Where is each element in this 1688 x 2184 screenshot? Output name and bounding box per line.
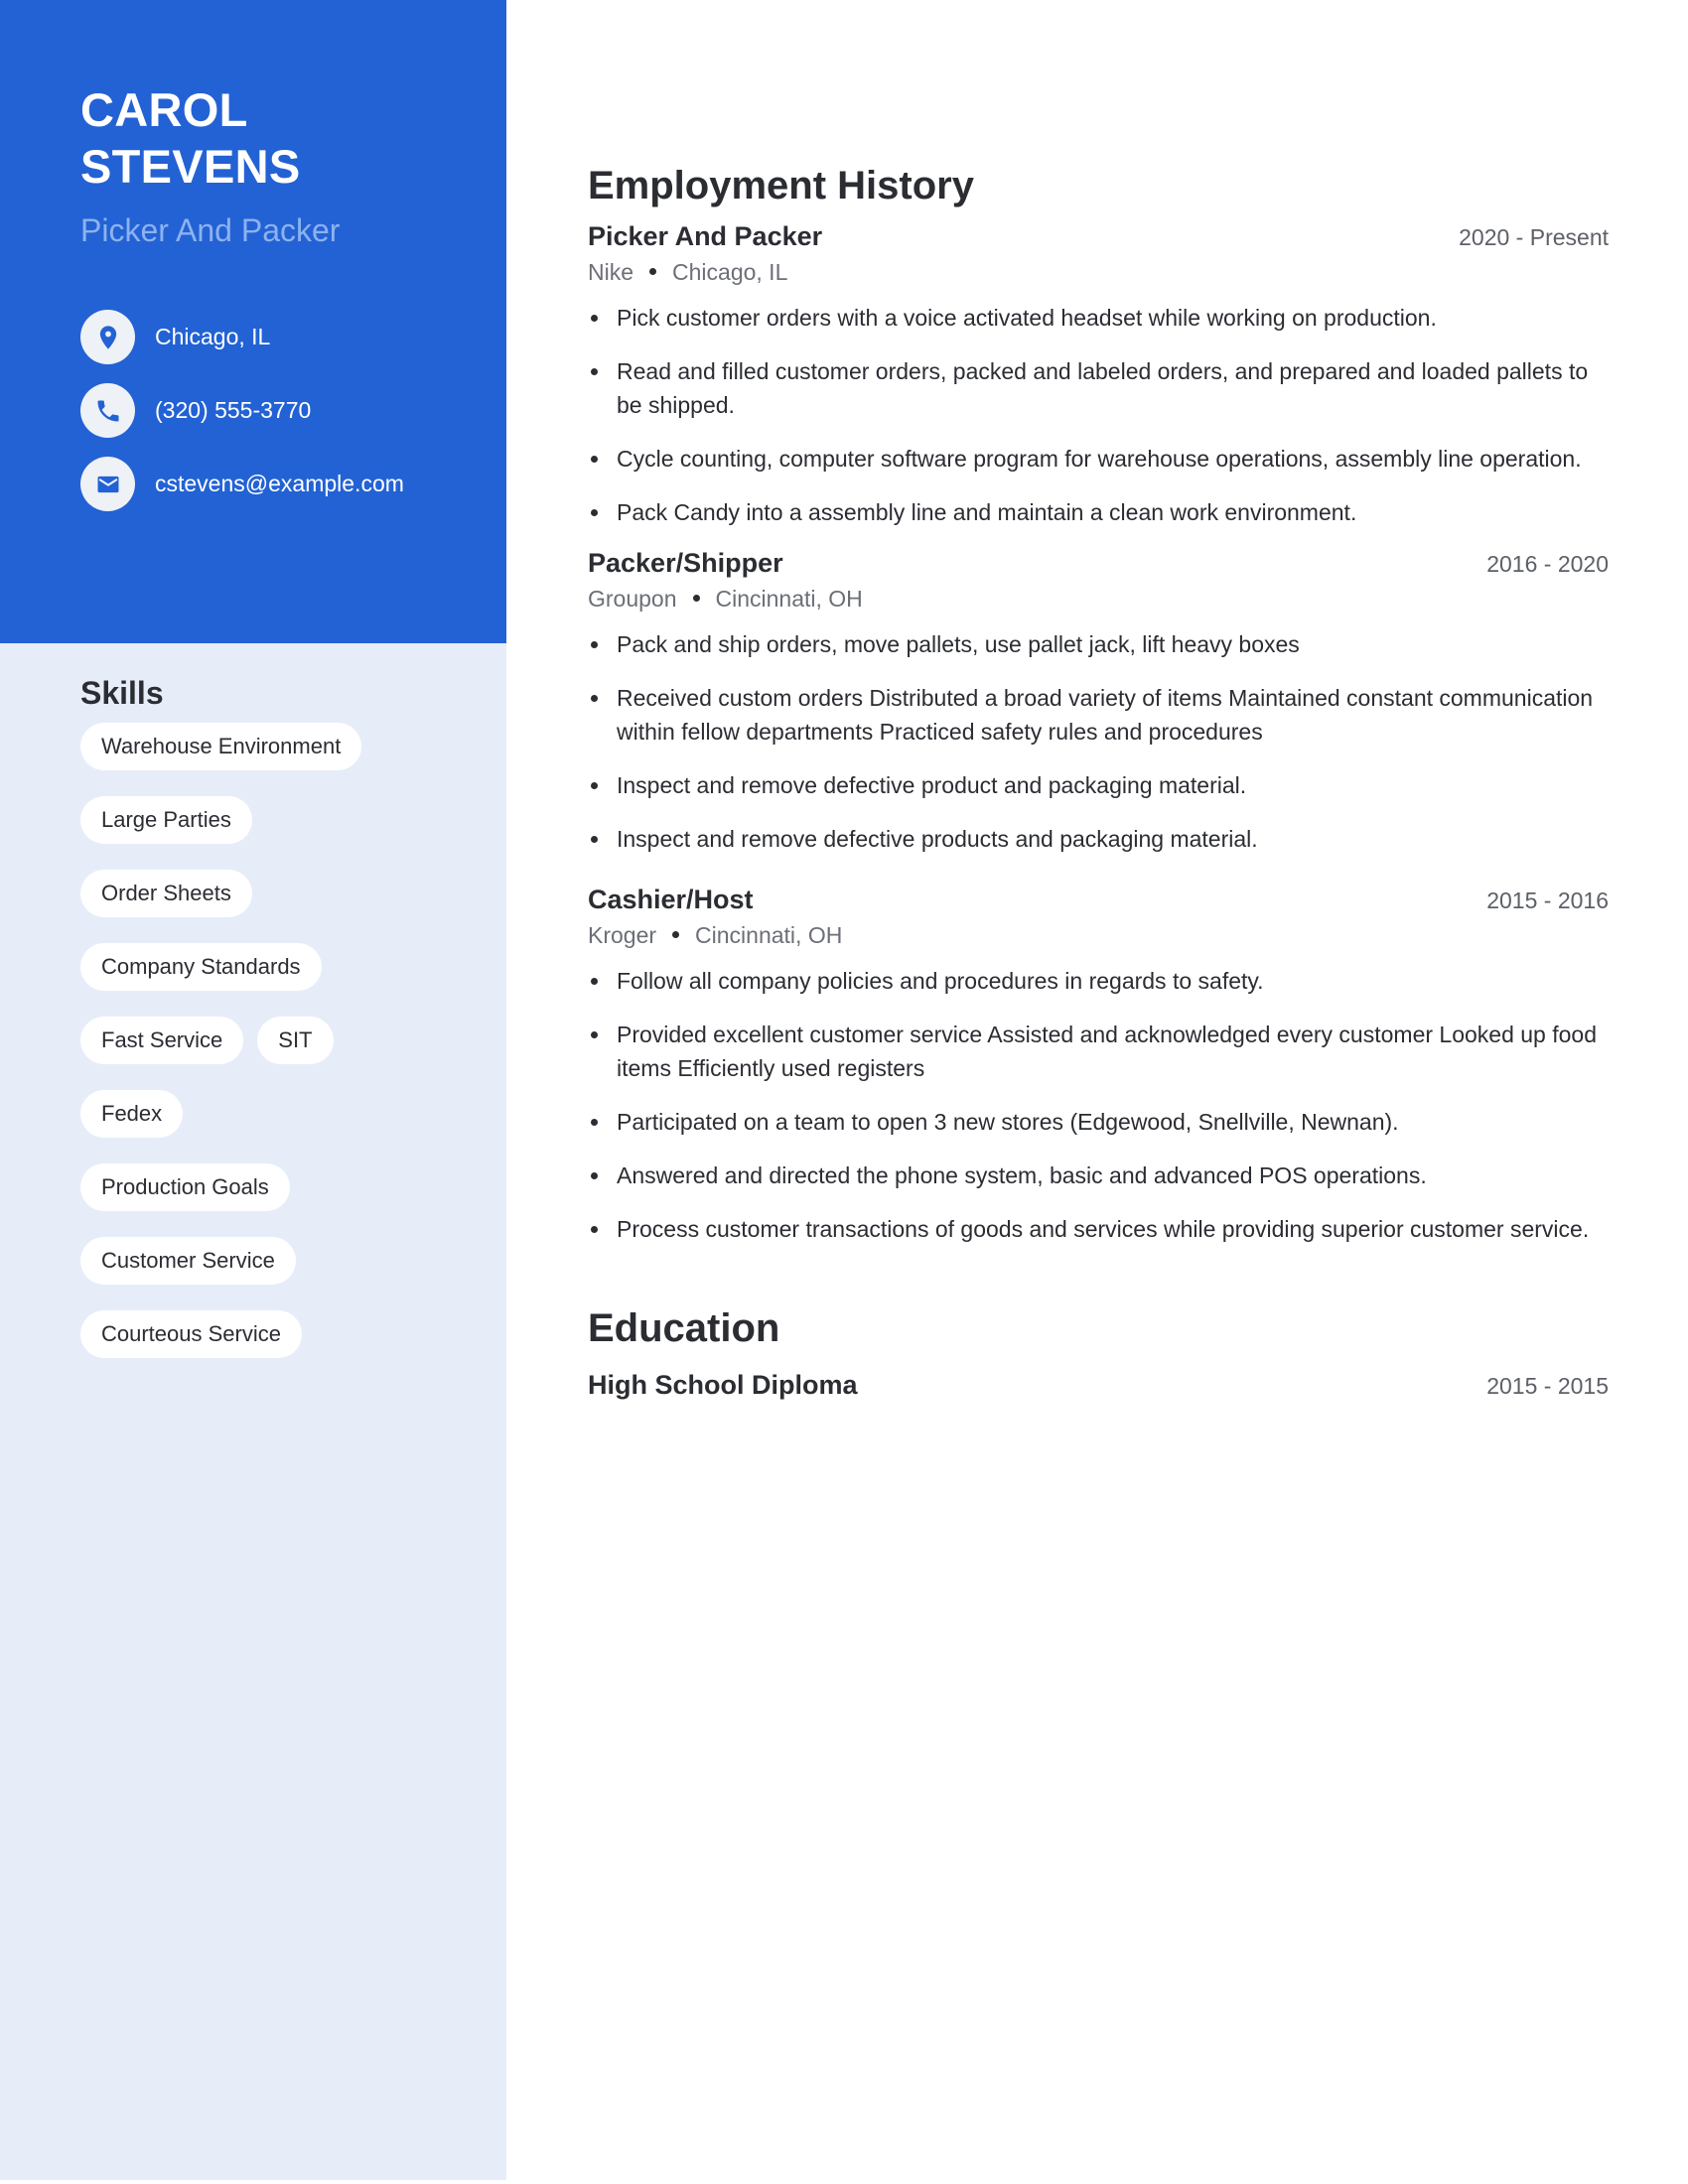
job-entry: Picker And Packer 2020 - Present Nike Chi… bbox=[588, 218, 1609, 529]
skill-tag: Courteous Service bbox=[80, 1310, 302, 1358]
job-dates: 2015 - 2016 bbox=[1486, 887, 1609, 913]
envelope-icon bbox=[80, 457, 135, 511]
phone-icon bbox=[80, 383, 135, 438]
skill-tag: Order Sheets bbox=[80, 870, 252, 917]
contact-location-text: Chicago, IL bbox=[155, 324, 271, 349]
skill-tag: Fast Service bbox=[80, 1017, 244, 1064]
job-bullet: Answered and directed the phone system, … bbox=[588, 1159, 1609, 1192]
job-company: Groupon bbox=[588, 586, 677, 612]
separator-dot bbox=[649, 268, 657, 276]
job-bullets: Pick customer orders with a voice activa… bbox=[588, 301, 1609, 529]
job-bullet: Provided excellent customer service Assi… bbox=[588, 1018, 1609, 1085]
job-meta: Nike Chicago, IL bbox=[588, 255, 1609, 289]
skills-section: Skills Warehouse Environment Large Parti… bbox=[0, 643, 506, 1358]
employment-title: Employment History bbox=[588, 164, 974, 207]
education-section: Education High School Diploma 2015 - 201… bbox=[588, 1303, 1609, 1404]
job-dates: 2016 - 2020 bbox=[1486, 551, 1609, 577]
job-header: Picker And Packer 2020 - Present bbox=[588, 218, 1609, 255]
job-location: Cincinnati, OH bbox=[715, 586, 863, 612]
job-bullet: Follow all company policies and procedur… bbox=[588, 964, 1609, 998]
job-meta: Groupon Cincinnati, OH bbox=[588, 582, 1609, 615]
job-header: Cashier/Host 2015 - 2016 bbox=[588, 882, 1609, 918]
education-entry: High School Diploma 2015 - 2015 bbox=[588, 1367, 1609, 1404]
education-title: Education bbox=[588, 1306, 780, 1350]
skill-tag: Company Standards bbox=[80, 943, 322, 991]
first-name: CAROL bbox=[80, 83, 248, 136]
education-dates: 2015 - 2015 bbox=[1486, 1373, 1609, 1399]
skill-tag: Production Goals bbox=[80, 1163, 290, 1211]
main-content: Employment History Picker And Packer 202… bbox=[588, 0, 1609, 1404]
job-header: Packer/Shipper 2016 - 2020 bbox=[588, 545, 1609, 582]
location-pin-icon bbox=[80, 310, 135, 364]
skills-title: Skills bbox=[80, 675, 164, 711]
contact-location: Chicago, IL bbox=[80, 310, 506, 364]
skill-tag: Warehouse Environment bbox=[80, 723, 362, 770]
job-bullet: Received custom orders Distributed a bro… bbox=[588, 681, 1609, 749]
skills-list: Warehouse Environment Large Parties Orde… bbox=[80, 723, 438, 1358]
skill-tag: Customer Service bbox=[80, 1237, 296, 1285]
profile-header: CAROL STEVENS Picker And Packer Chicago,… bbox=[0, 0, 506, 643]
job-bullet: Pack Candy into a assembly line and main… bbox=[588, 495, 1609, 529]
job-role: Packer/Shipper bbox=[588, 548, 783, 578]
job-bullet: Cycle counting, computer software progra… bbox=[588, 442, 1609, 476]
job-company: Nike bbox=[588, 259, 634, 285]
job-bullet: Inspect and remove defective products an… bbox=[588, 822, 1609, 856]
job-bullet: Read and filled customer orders, packed … bbox=[588, 354, 1609, 422]
sidebar: CAROL STEVENS Picker And Packer Chicago,… bbox=[0, 0, 506, 2180]
job-entry: Packer/Shipper 2016 - 2020 Groupon Cincin… bbox=[588, 545, 1609, 856]
job-meta: Kroger Cincinnati, OH bbox=[588, 918, 1609, 952]
job-bullets: Pack and ship orders, move pallets, use … bbox=[588, 627, 1609, 856]
separator-dot bbox=[692, 595, 700, 603]
job-dates: 2020 - Present bbox=[1459, 224, 1609, 250]
candidate-job-title: Picker And Packer bbox=[80, 212, 341, 248]
job-role: Picker And Packer bbox=[588, 221, 823, 251]
contact-email: cstevens@example.com bbox=[80, 457, 506, 511]
job-bullet: Participated on a team to open 3 new sto… bbox=[588, 1105, 1609, 1139]
last-name: STEVENS bbox=[80, 140, 301, 193]
job-role: Cashier/Host bbox=[588, 885, 754, 914]
skill-tag: Large Parties bbox=[80, 796, 252, 844]
job-bullet: Process customer transactions of goods a… bbox=[588, 1212, 1609, 1246]
resume-page: CAROL STEVENS Picker And Packer Chicago,… bbox=[0, 0, 1688, 2184]
candidate-name: CAROL STEVENS bbox=[80, 81, 506, 195]
job-entry: Cashier/Host 2015 - 2016 Kroger Cincinnat… bbox=[588, 882, 1609, 1246]
contact-list: Chicago, IL (320) 555-3770 cstevens@exam… bbox=[80, 310, 506, 511]
job-bullet: Pick customer orders with a voice activa… bbox=[588, 301, 1609, 335]
contact-phone: (320) 555-3770 bbox=[80, 383, 506, 438]
job-bullets: Follow all company policies and procedur… bbox=[588, 964, 1609, 1246]
contact-email-text[interactable]: cstevens@example.com bbox=[155, 471, 404, 497]
job-location: Cincinnati, OH bbox=[695, 922, 843, 948]
skill-tag: SIT bbox=[257, 1017, 334, 1064]
job-bullet: Inspect and remove defective product and… bbox=[588, 768, 1609, 802]
job-company: Kroger bbox=[588, 922, 657, 948]
job-bullet: Pack and ship orders, move pallets, use … bbox=[588, 627, 1609, 661]
separator-dot bbox=[672, 931, 680, 939]
education-degree: High School Diploma bbox=[588, 1370, 858, 1400]
skill-tag: Fedex bbox=[80, 1090, 184, 1138]
employment-section: Employment History Picker And Packer 202… bbox=[588, 0, 1609, 1246]
job-location: Chicago, IL bbox=[672, 259, 788, 285]
contact-phone-text: (320) 555-3770 bbox=[155, 397, 312, 423]
